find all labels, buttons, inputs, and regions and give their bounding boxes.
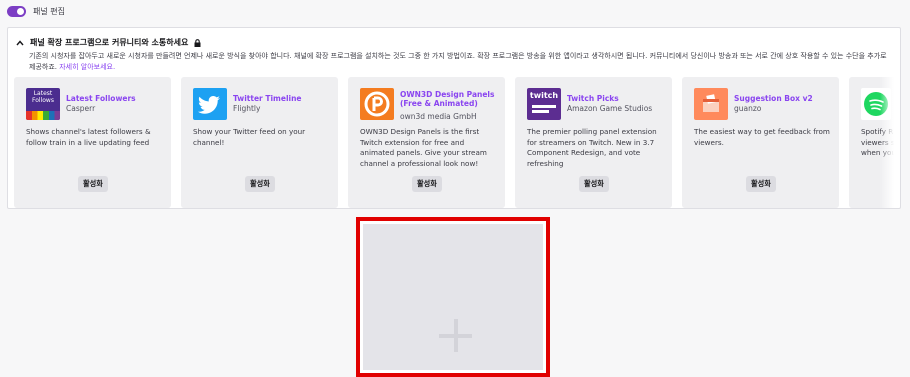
own3d-logo-icon	[360, 88, 394, 120]
picks-bars	[532, 105, 556, 108]
extension-author: Casperr	[66, 104, 96, 113]
extension-card-latest-followers[interactable]: Latest Follows Latest Followers Casperr …	[14, 77, 171, 208]
chevron-up-icon[interactable]	[16, 39, 24, 47]
extension-description: The premier polling panel extension for …	[527, 127, 657, 168]
extension-carousel: Latest Follows Latest Followers Casperr …	[14, 77, 894, 208]
panel-edit-toggle[interactable]	[7, 5, 26, 17]
extension-card-own3d-design-panels[interactable]: OWN3D Design Panels (Free & Animated) ow…	[348, 77, 505, 208]
extension-author: guanzo	[734, 104, 762, 113]
extension-description: The easiest way to get feedback from vie…	[694, 127, 830, 147]
activate-button[interactable]: 활성화	[579, 176, 609, 192]
add-panel-button[interactable]	[356, 217, 550, 377]
activate-button[interactable]: 활성화	[78, 176, 108, 192]
plus-icon-vertical	[454, 319, 458, 352]
twitch-wordmark: twitch	[529, 91, 559, 100]
activate-button[interactable]: 활성화	[412, 176, 442, 192]
extension-name[interactable]: Twitch Picks	[567, 94, 667, 103]
latest-follows-logo-text: Latest Follows	[32, 90, 54, 104]
extension-card-twitch-picks[interactable]: twitch Twitch Picks Amazon Game Studios …	[515, 77, 672, 208]
extension-description: Shows channel's latest followers & follo…	[26, 127, 151, 147]
activate-button[interactable]: 활성화	[746, 176, 776, 192]
carousel-fade	[880, 77, 894, 208]
panel-header[interactable]: 패널 확장 프로그램으로 커뮤니티와 소통하세요	[16, 37, 201, 48]
extension-card-suggestion-box[interactable]: Suggestion Box v2 guanzo The easiest way…	[682, 77, 839, 208]
learn-more-link[interactable]: 자세히 알아보세요.	[59, 63, 115, 71]
extension-name[interactable]: Twitter Timeline	[233, 94, 333, 103]
twitch-picks-logo-icon: twitch	[527, 88, 561, 120]
panel-edit-label: 패널 편집	[33, 6, 65, 16]
extensions-panel: 패널 확장 프로그램으로 커뮤니티와 소통하세요 기존의 시청자를 잡아두고 새…	[7, 27, 901, 209]
extension-card-twitter-timeline[interactable]: Twitter Timeline Flightly Show your Twit…	[181, 77, 338, 208]
add-panel-area	[363, 224, 543, 370]
latest-follows-logo-icon: Latest Follows	[26, 88, 60, 120]
rainbow-stripes	[26, 111, 60, 120]
panel-title: 패널 확장 프로그램으로 커뮤니티와 소통하세요	[30, 38, 189, 47]
suggestion-box-logo-icon	[694, 88, 728, 120]
extension-author: Flightly	[233, 104, 261, 113]
extension-description: OWN3D Design Panels is the first Twitch …	[360, 127, 487, 168]
toggle-knob	[17, 7, 24, 15]
twitter-bird-logo-icon	[193, 88, 227, 120]
panel-edit-toggle-row: 패널 편집	[7, 4, 65, 18]
extension-name[interactable]: Latest Followers	[66, 94, 166, 103]
lock-icon	[194, 38, 201, 47]
extension-name[interactable]: Suggestion Box v2	[734, 94, 834, 103]
picks-bars	[532, 110, 549, 113]
panel-description: 기존의 시청자를 잡아두고 새로운 시청자를 만들려면 언제나 새로운 방식을 …	[29, 52, 887, 71]
extension-description: Show your Twitter feed on your channel!	[193, 127, 306, 147]
extension-author: Amazon Game Studios	[567, 104, 653, 113]
extension-author: own3d media GmbH	[400, 112, 477, 121]
activate-button[interactable]: 활성화	[245, 176, 275, 192]
extension-name[interactable]: OWN3D Design Panels (Free & Animated)	[400, 90, 500, 108]
